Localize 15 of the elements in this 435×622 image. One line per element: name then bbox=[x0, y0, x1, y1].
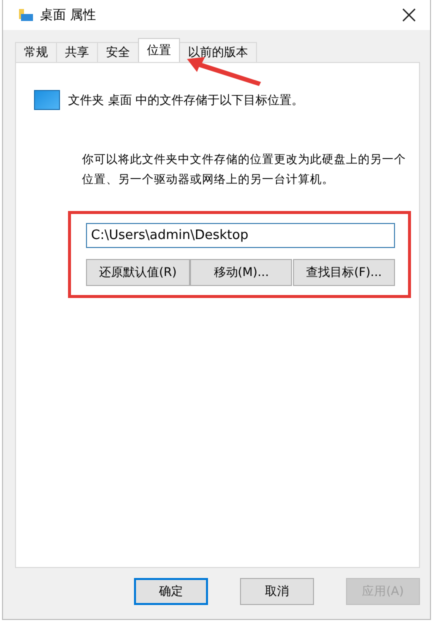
location-button[interactable]: 还原默认值(R) bbox=[86, 259, 190, 286]
path-field[interactable]: C:\Users\admin\Desktop bbox=[86, 223, 395, 248]
location-info-text: 文件夹 桌面 中的文件存储于以下目标位置。 bbox=[68, 92, 304, 108]
tab[interactable]: 常规 bbox=[15, 42, 57, 62]
tab[interactable]: 以前的版本 bbox=[179, 42, 257, 62]
window-title: 桌面 属性 bbox=[40, 7, 98, 24]
desktop-icon bbox=[34, 90, 60, 110]
location-button[interactable]: 移动(M)... bbox=[190, 259, 292, 286]
dialog-button[interactable]: 确定 bbox=[134, 578, 208, 605]
location-button[interactable]: 查找目标(F)... bbox=[292, 259, 395, 286]
explanation-text: 你可以将此文件夹中文件存储的位置更改为此硬盘上的另一个位置、另一个驱动器或网络上的另一台计算机。 bbox=[82, 151, 407, 188]
tab[interactable]: 位置 bbox=[138, 38, 180, 62]
dialog-button[interactable]: 取消 bbox=[240, 578, 314, 605]
folder-icon bbox=[18, 8, 34, 22]
close-icon[interactable] bbox=[402, 8, 416, 22]
